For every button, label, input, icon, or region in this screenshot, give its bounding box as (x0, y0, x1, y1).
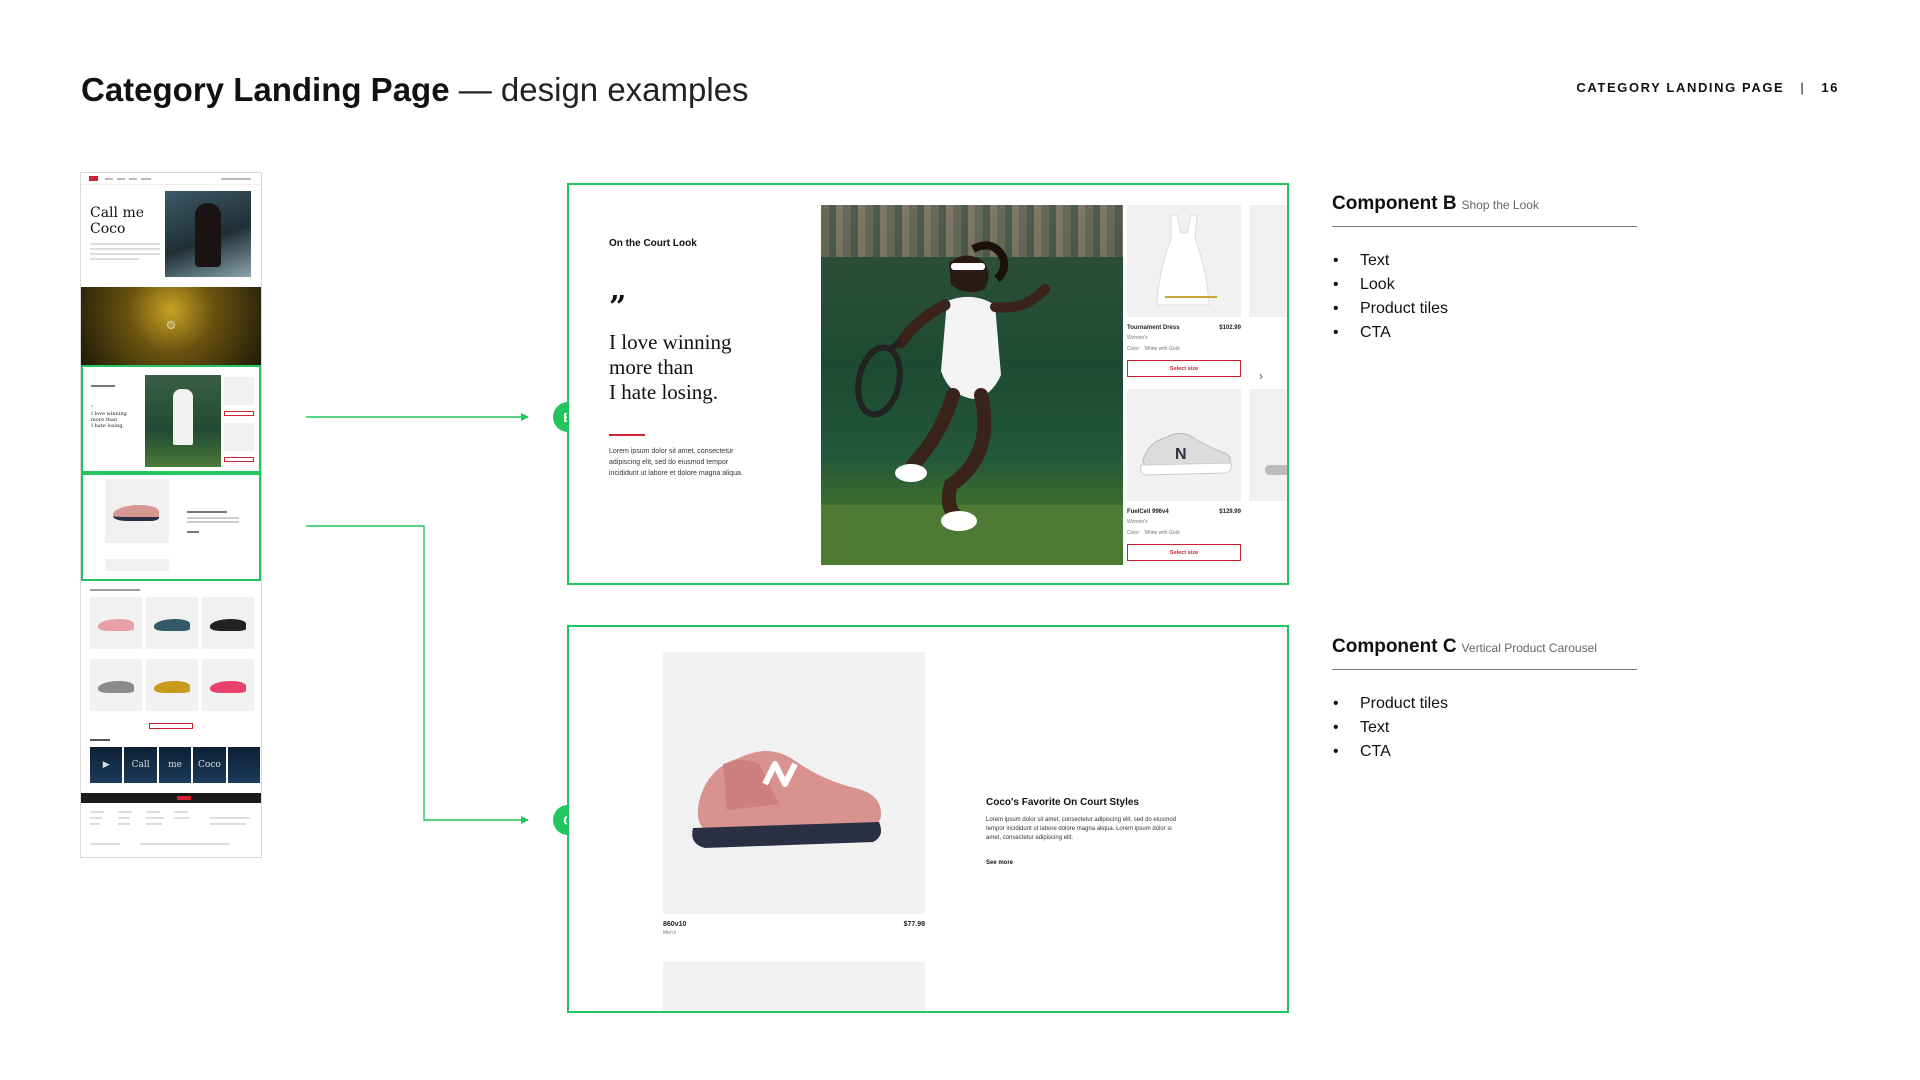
product-price: $102.99 (1219, 325, 1241, 331)
thumb-grid-tile (202, 597, 254, 649)
look-photo (821, 205, 1123, 565)
component-b-description: Component BShop the Look Text Look Produ… (1332, 193, 1637, 345)
component-b-frame: On the Court Look ” I love winning more … (567, 183, 1289, 585)
carousel-title: Coco's Favorite On Court Styles (986, 797, 1139, 808)
page-number: 16 (1821, 80, 1839, 95)
next-product-tile (1249, 389, 1287, 501)
thumb-video-strip: ▶ Call me Coco (90, 747, 261, 783)
thumb-video-tile: ▶ (90, 747, 123, 783)
thumb-video-tile: me (158, 747, 192, 783)
carousel-product-image[interactable] (663, 652, 925, 914)
thumb-hero-copy (90, 243, 160, 263)
thumb-shoe-image (113, 505, 159, 521)
product-color: Color: White with Gold (1127, 346, 1180, 352)
product-name[interactable]: FuelCell 996v4 (1127, 509, 1169, 515)
product-price: $129.99 (1219, 509, 1241, 515)
list-item: CTA (1332, 740, 1637, 764)
chevron-right-icon[interactable]: › (1259, 369, 1263, 383)
meta-separator: | (1800, 80, 1806, 95)
product-gender: Men's (663, 930, 677, 936)
product-gender: Women's (1127, 335, 1148, 341)
section-label: CATEGORY LANDING PAGE (1576, 80, 1785, 95)
component-c-description: Component CVertical Product Carousel Pro… (1332, 636, 1637, 764)
list-item: Product tiles (1332, 692, 1637, 716)
thumb-quote: ” I love winning more than I hate losing. (91, 405, 127, 429)
play-icon (167, 321, 175, 329)
thumb-look-image (145, 375, 221, 467)
shoe-illustration: N (1140, 433, 1232, 476)
svg-text:N: N (1175, 446, 1187, 463)
list-item: Look (1332, 273, 1637, 297)
thumb-section-b: ” I love winning more than I hate losing. (81, 365, 261, 473)
select-size-button[interactable]: Select size (1127, 360, 1241, 377)
component-c-frame: 860v10 Men's $77.99 Coco's Favorite On C… (567, 625, 1289, 1013)
component-c-list: Product tiles Text CTA (1332, 692, 1637, 764)
thumb-nav (81, 173, 261, 185)
pink-shoe-illustration (692, 751, 881, 848)
dress-illustration (1156, 214, 1217, 306)
thumb-grid-tile (90, 597, 142, 649)
component-b-header: Component B Shop the Look (1332, 193, 1637, 227)
tennis-player-illustration (821, 241, 1123, 565)
thumb-product-grid (90, 597, 254, 711)
thumb-section-c (81, 473, 261, 581)
thumb-grid-tile (146, 597, 198, 649)
thumb-newsletter-bar (81, 793, 261, 803)
product-price: $77.99 (903, 921, 925, 928)
carousel-body-text: Lorem ipsum dolor sit amet, consectetur … (986, 817, 1177, 841)
list-item: Text (1332, 249, 1637, 273)
page-meta: CATEGORY LANDING PAGE | 16 (1576, 80, 1839, 95)
thumb-hero-image (165, 191, 251, 277)
list-item: Text (1332, 716, 1637, 740)
page-title-main: Category Landing Page (81, 71, 450, 108)
thumb-more-button (149, 723, 193, 729)
connector-c (306, 525, 529, 824)
product-tile-image[interactable]: N (1127, 389, 1241, 501)
product-name[interactable]: Tournament Dress (1127, 325, 1180, 331)
page-thumbnail: Call me Coco ” I love winning more than I h… (80, 172, 262, 858)
look-body-text: Lorem ipsum dolor sit amet, consectetur … (609, 448, 743, 477)
select-size-button[interactable]: Select size (1127, 544, 1241, 561)
see-more-link[interactable]: See more (986, 860, 1013, 866)
thumb-grid-tile (90, 659, 142, 711)
page-title: Category Landing Page — design examples (81, 70, 749, 110)
product-color: Color: White with Gold (1127, 530, 1180, 536)
component-c-header: Component C Vertical Product Carousel (1332, 636, 1637, 670)
accent-divider (609, 434, 645, 436)
product-name[interactable]: 860v10 (663, 921, 686, 928)
next-carousel-tile (663, 962, 925, 1011)
thumb-grid-tile (146, 659, 198, 711)
page-title-sub: — design examples (458, 71, 749, 108)
brand-logo-icon (89, 176, 98, 181)
thumb-arena-image (81, 287, 261, 365)
thumb-footer (90, 809, 256, 849)
look-heading: On the Court Look (609, 238, 697, 249)
product-tile-image[interactable] (1127, 205, 1241, 317)
thumb-video-tile: Call (124, 747, 157, 783)
thumb-video-tile: Coco (193, 747, 226, 783)
component-b-list: Text Look Product tiles CTA (1332, 249, 1637, 345)
thumb-hero-title: Call me Coco (90, 205, 145, 237)
next-product-tile (1249, 205, 1287, 317)
thumb-video-tile (227, 747, 261, 783)
quote-icon: ” (609, 290, 627, 325)
product-gender: Women's (1127, 519, 1148, 525)
look-quote: I love winning more than I hate losing. (609, 330, 732, 404)
list-item: Product tiles (1332, 297, 1637, 321)
thumb-grid-tile (202, 659, 254, 711)
list-item: CTA (1332, 321, 1637, 345)
